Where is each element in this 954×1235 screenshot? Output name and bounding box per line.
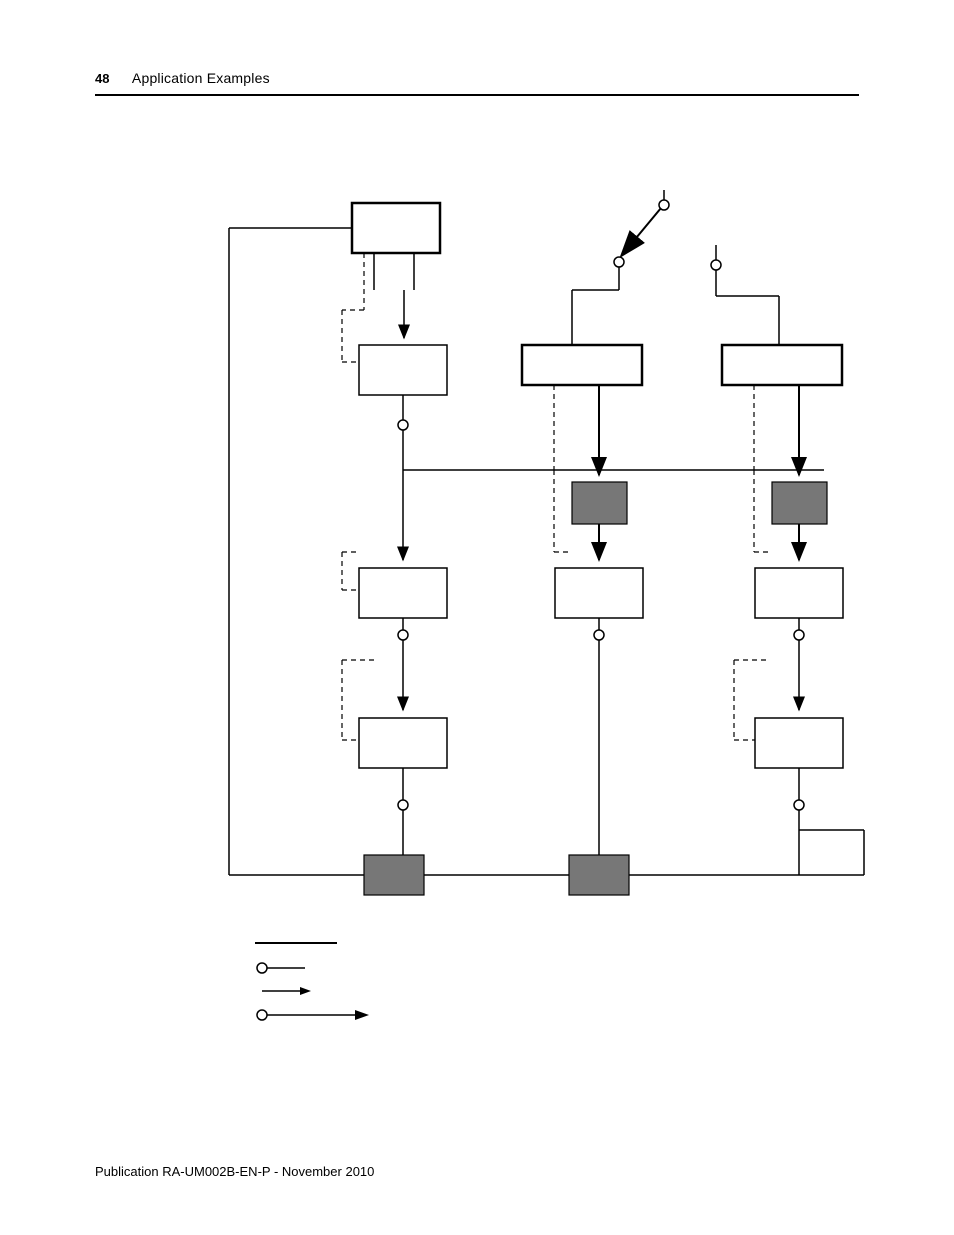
block-heavy bbox=[352, 203, 440, 253]
node-circle-icon bbox=[614, 257, 624, 267]
block bbox=[359, 568, 447, 618]
block-heavy bbox=[722, 345, 842, 385]
node-circle-icon bbox=[794, 800, 804, 810]
flowchart-diagram bbox=[224, 190, 874, 910]
section-title: Application Examples bbox=[132, 70, 270, 86]
block-grey bbox=[569, 855, 629, 895]
node-circle-icon bbox=[257, 1010, 267, 1020]
page-number: 48 bbox=[95, 71, 109, 86]
page-header: 48 Application Examples bbox=[95, 70, 859, 88]
page: 48 Application Examples bbox=[0, 0, 954, 1235]
node-circle-icon bbox=[257, 963, 267, 973]
block-grey bbox=[364, 855, 424, 895]
block-heavy bbox=[522, 345, 642, 385]
block bbox=[359, 345, 447, 395]
block-grey bbox=[772, 482, 827, 524]
diagram-legend bbox=[255, 935, 375, 1035]
arrow-head-icon bbox=[300, 987, 311, 995]
publication-line: Publication RA-UM002B-EN-P - November 20… bbox=[95, 1164, 374, 1179]
node-circle-icon bbox=[398, 420, 408, 430]
node-circle-icon bbox=[398, 800, 408, 810]
block bbox=[755, 718, 843, 768]
header-rule bbox=[95, 94, 859, 96]
block bbox=[359, 718, 447, 768]
node-circle-icon bbox=[594, 630, 604, 640]
block-grey bbox=[572, 482, 627, 524]
block bbox=[755, 568, 843, 618]
block bbox=[555, 568, 643, 618]
arrow-head-icon bbox=[355, 1010, 369, 1020]
node-circle-icon bbox=[398, 630, 408, 640]
node-circle-icon bbox=[794, 630, 804, 640]
node-circle-icon bbox=[711, 260, 721, 270]
